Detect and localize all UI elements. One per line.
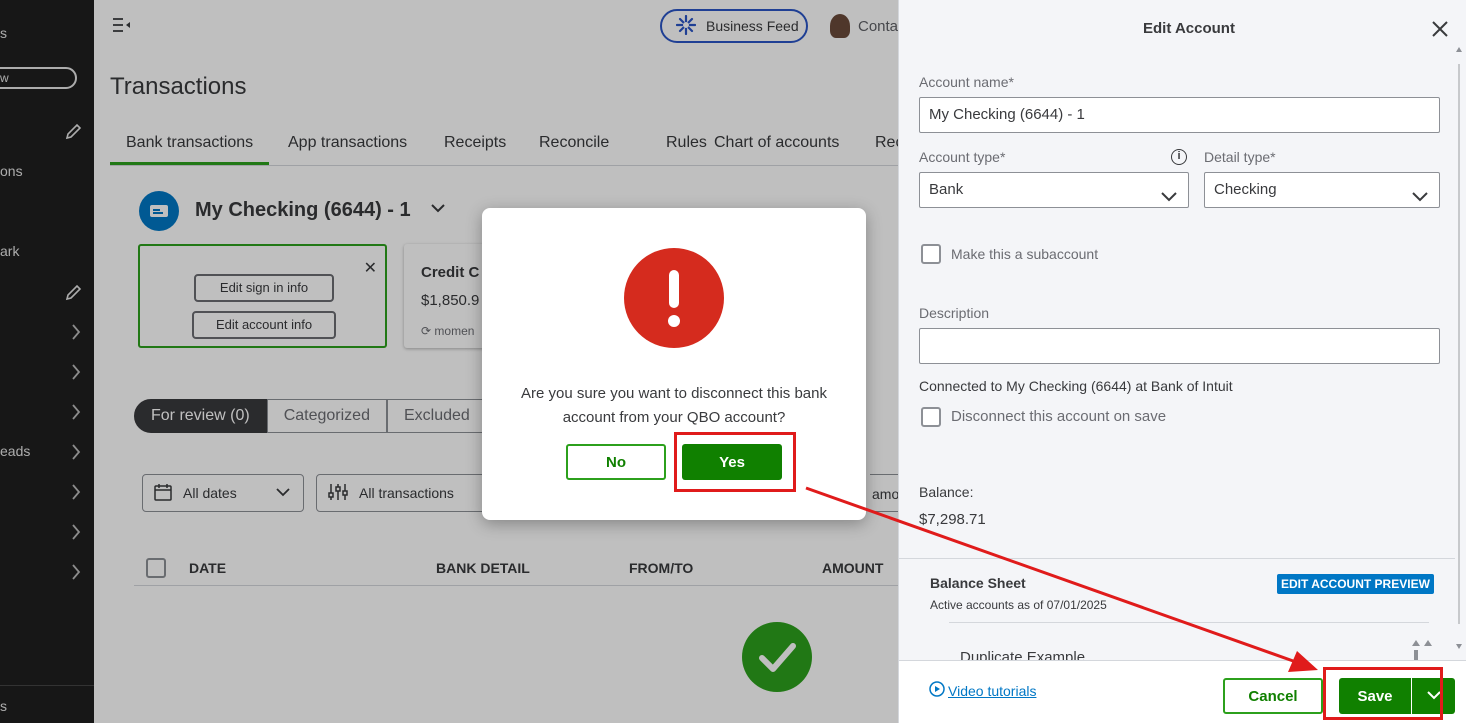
annotation-highlight-save: [1323, 667, 1443, 720]
edit-account-preview-badge[interactable]: EDIT ACCOUNT PREVIEW: [1277, 574, 1434, 594]
account-type-value: Bank: [929, 181, 964, 198]
account-name-label: Account name*: [919, 74, 1014, 90]
warning-exclamation-icon: [624, 248, 724, 348]
video-tutorials-label: Video tutorials: [948, 682, 1037, 699]
detail-type-label: Detail type*: [1204, 149, 1276, 165]
subaccount-checkbox[interactable]: [921, 244, 941, 264]
annotation-highlight-yes: [674, 432, 796, 492]
video-tutorials-link[interactable]: Video tutorials: [929, 681, 1036, 700]
preview-divider: [949, 622, 1429, 623]
account-type-label: Account type*: [919, 149, 1006, 165]
balance-value: $7,298.71: [919, 511, 986, 528]
disconnect-label: Disconnect this account on save: [951, 408, 1167, 425]
disconnect-checkbox[interactable]: [921, 407, 941, 427]
connected-account-text: Connected to My Checking (6644) at Bank …: [919, 378, 1233, 394]
balance-sheet-subtitle: Active accounts as of 07/01/2025: [930, 598, 1107, 612]
panel-body: Edit Account Account name* My Checking (…: [899, 0, 1466, 660]
account-type-select[interactable]: Bank: [919, 172, 1189, 208]
preview-account-row: Duplicate Example: [960, 649, 1086, 660]
close-icon[interactable]: [1431, 20, 1449, 43]
balance-sheet-title: Balance Sheet: [930, 575, 1026, 591]
account-name-input[interactable]: My Checking (6644) - 1: [919, 97, 1440, 133]
description-input[interactable]: [919, 328, 1440, 364]
cancel-button[interactable]: Cancel: [1223, 678, 1323, 714]
chevron-down-icon: [1160, 183, 1178, 217]
panel-title: Edit Account: [1143, 20, 1235, 37]
description-label: Description: [919, 305, 990, 321]
play-circle-icon: [929, 681, 945, 700]
panel-scrollbar[interactable]: [1455, 44, 1463, 654]
detail-type-select[interactable]: Checking: [1204, 172, 1440, 208]
chevron-down-icon: [1411, 183, 1429, 217]
edit-account-panel: Edit Account Account name* My Checking (…: [898, 0, 1466, 723]
no-button[interactable]: No: [566, 444, 666, 480]
dialog-message: Are you sure you want to disconnect this…: [520, 385, 827, 426]
modal-overlay-nav: [0, 0, 94, 723]
subaccount-label: Make this a subaccount: [951, 246, 1099, 262]
detail-type-value: Checking: [1214, 181, 1277, 198]
drag-handle-icon[interactable]: [1409, 638, 1437, 660]
info-icon[interactable]: i: [1171, 149, 1187, 165]
balance-label: Balance:: [919, 484, 974, 500]
